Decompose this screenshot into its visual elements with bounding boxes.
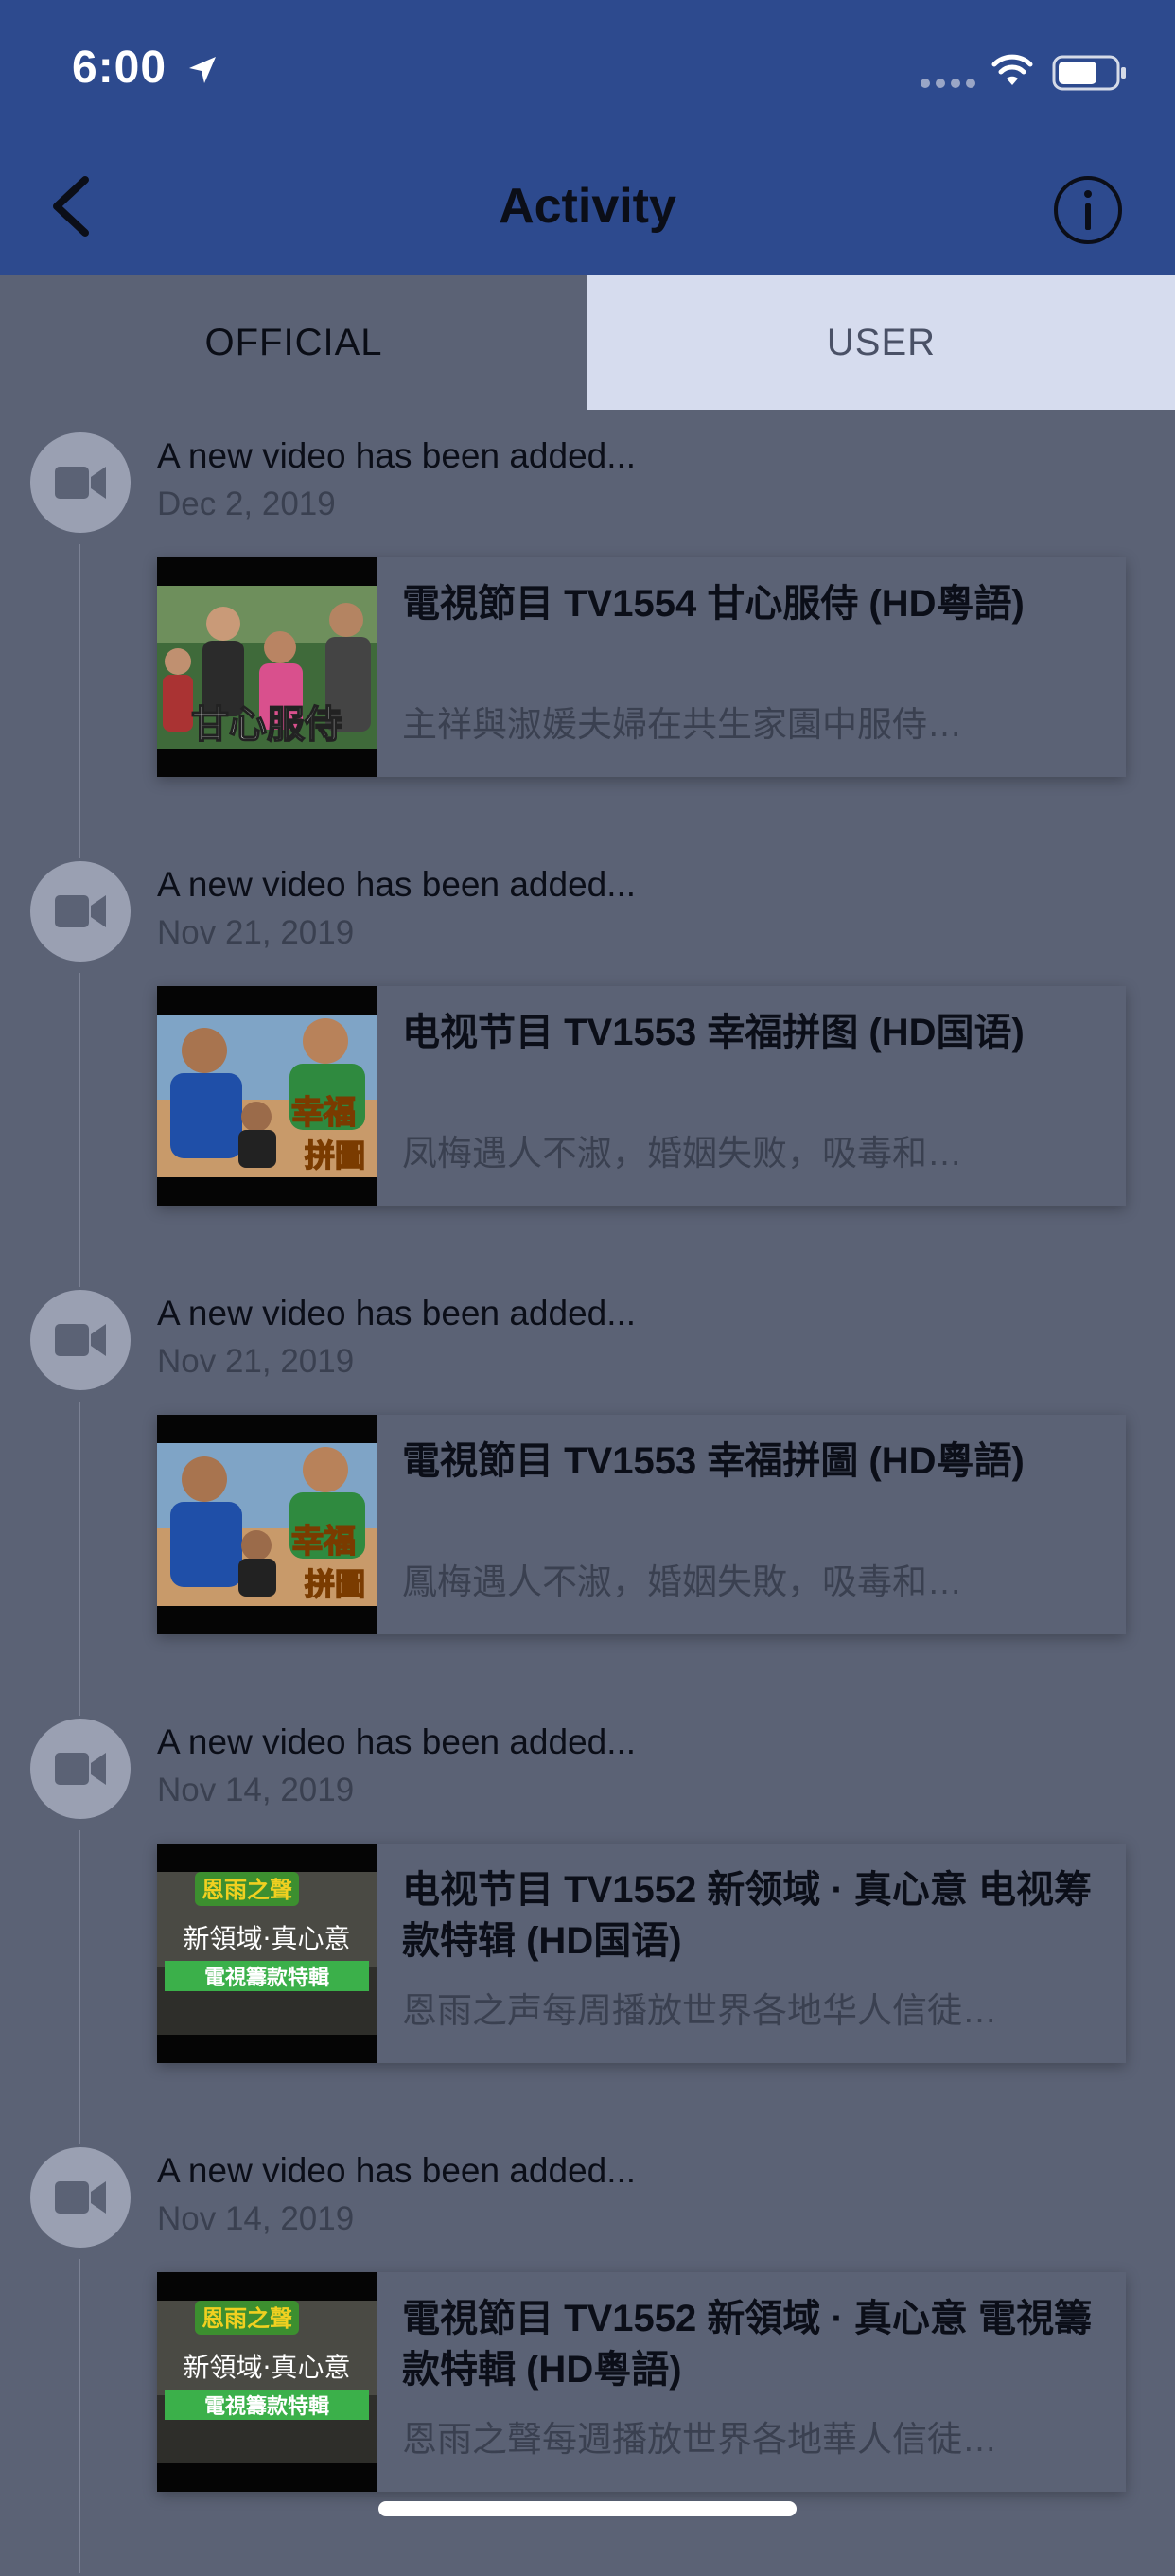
activity-date: Nov 21, 2019 bbox=[157, 1343, 355, 1380]
activity-badge bbox=[30, 861, 131, 962]
thumbnail-caption: 拼圖 bbox=[305, 1138, 365, 1173]
activity-badge bbox=[30, 1719, 131, 1819]
activity-date: Dec 2, 2019 bbox=[157, 485, 336, 522]
video-title: 电视节目 TV1553 幸福拼图 (HD国语) bbox=[402, 1012, 1025, 1053]
video-title: 電視節目 TV1552 新領域 · 真心意 電視籌款特輯 (HD粵語) bbox=[402, 2298, 1092, 2391]
video-title: 電視節目 TV1554 甘心服侍 (HD粵語) bbox=[402, 583, 1025, 625]
video-camera-icon bbox=[55, 895, 106, 927]
activity-message: A new video has been added... bbox=[157, 1722, 637, 1761]
top-bar: 6:00 Activity bbox=[0, 0, 1175, 275]
activity-date: Nov 14, 2019 bbox=[157, 2200, 355, 2237]
page-title: Activity bbox=[499, 179, 676, 234]
info-icon[interactable] bbox=[1052, 174, 1124, 246]
thumbnail-caption: 電視籌款特輯 bbox=[204, 2394, 329, 2419]
home-indicator[interactable] bbox=[378, 2501, 797, 2516]
signal-dots-icon bbox=[921, 79, 975, 88]
activity-item: A new video has been added... Dec 2, 201… bbox=[0, 432, 1175, 861]
thumbnail-caption: 甘心服侍 bbox=[191, 703, 342, 747]
thumbnail-caption: 新領域·真心意 bbox=[184, 1923, 351, 1954]
activity-message: A new video has been added... bbox=[157, 1294, 637, 1332]
video-card[interactable]: 幸福 拼圖 電視節目 TV1553 幸福拼圖 (HD粵語) 鳳梅遇人不淑，婚姻失… bbox=[157, 1415, 1126, 1634]
thumbnail-caption: 恩雨之聲 bbox=[202, 2305, 292, 2332]
video-title: 電視節目 TV1553 幸福拼圖 (HD粵語) bbox=[402, 1440, 1025, 1482]
wifi-icon bbox=[991, 54, 1033, 85]
activity-item: A new video has been added... Nov 21, 20… bbox=[0, 1290, 1175, 1719]
activity-date: Nov 21, 2019 bbox=[157, 914, 355, 951]
video-title: 电视节目 TV1552 新领域 · 真心意 电视筹款特辑 (HD国语) bbox=[402, 1869, 1092, 1962]
segmented-tabs: OFFICIAL USER bbox=[0, 275, 1175, 410]
video-card[interactable]: 甘心服侍 電視節目 TV1554 甘心服侍 (HD粵語) 主祥與淑媛夫婦在共生家… bbox=[157, 557, 1126, 777]
thumbnail-caption: 恩雨之聲 bbox=[202, 1877, 292, 1903]
video-thumbnail: 幸福 拼圖 bbox=[157, 1415, 377, 1634]
activity-message: A new video has been added... bbox=[157, 865, 637, 904]
video-description: 恩雨之聲每週播放世界各地華人信徒… bbox=[402, 2420, 997, 2459]
timeline-connector bbox=[79, 973, 80, 1287]
video-camera-icon bbox=[55, 467, 106, 499]
video-card[interactable]: 恩雨之聲 新領域·真心意 電視籌款特輯 电视节目 TV1552 新领域 · 真心… bbox=[157, 1844, 1126, 2063]
video-description: 恩雨之声每周播放世界各地华人信徒… bbox=[402, 1991, 997, 2030]
video-thumbnail: 恩雨之聲 新領域·真心意 電視籌款特輯 bbox=[157, 2272, 377, 2492]
timeline-connector bbox=[79, 1830, 80, 2144]
video-card[interactable]: 恩雨之聲 新領域·真心意 電視籌款特輯 電視節目 TV1552 新領域 · 真心… bbox=[157, 2272, 1126, 2492]
video-thumbnail: 甘心服侍 bbox=[157, 557, 377, 777]
timeline-connector bbox=[79, 2259, 80, 2573]
thumbnail-caption: 幸福 bbox=[291, 1523, 356, 1561]
timeline-connector bbox=[79, 1402, 80, 1716]
video-description: 主祥與淑媛夫婦在共生家園中服侍… bbox=[402, 705, 962, 744]
video-thumbnail: 幸福 拼圖 bbox=[157, 986, 377, 1206]
status-time: 6:00 bbox=[72, 43, 167, 93]
video-thumbnail: 恩雨之聲 新領域·真心意 電視籌款特輯 bbox=[157, 1844, 377, 2063]
video-camera-icon bbox=[55, 2181, 106, 2214]
thumbnail-caption: 拼圖 bbox=[305, 1566, 365, 1602]
activity-item: A new video has been added... Nov 21, 20… bbox=[0, 861, 1175, 1290]
battery-icon bbox=[1052, 55, 1126, 91]
thumbnail-caption: 電視籌款特輯 bbox=[204, 1966, 329, 1990]
video-card[interactable]: 幸福 拼圖 电视节目 TV1553 幸福拼图 (HD国语) 凤梅遇人不淑，婚姻失… bbox=[157, 986, 1126, 1206]
activity-message: A new video has been added... bbox=[157, 436, 637, 475]
timeline-connector bbox=[79, 544, 80, 858]
activity-badge bbox=[30, 1290, 131, 1390]
video-description: 凤梅遇人不淑，婚姻失败，吸毒和… bbox=[402, 1134, 962, 1173]
tab-official[interactable]: OFFICIAL bbox=[0, 275, 588, 410]
activity-badge bbox=[30, 432, 131, 533]
tab-user[interactable]: USER bbox=[588, 275, 1175, 410]
thumbnail-caption: 新領域·真心意 bbox=[184, 2352, 351, 2383]
location-arrow-icon bbox=[189, 57, 216, 83]
video-description: 鳳梅遇人不淑，婚姻失敗，吸毒和… bbox=[402, 1562, 962, 1601]
thumbnail-caption: 幸福 bbox=[291, 1094, 356, 1132]
activity-message: A new video has been added... bbox=[157, 2151, 637, 2190]
video-camera-icon bbox=[55, 1753, 106, 1785]
activity-item: A new video has been added... Nov 14, 20… bbox=[0, 1719, 1175, 2147]
activity-badge bbox=[30, 2147, 131, 2248]
video-camera-icon bbox=[55, 1324, 106, 1356]
activity-date: Nov 14, 2019 bbox=[157, 1772, 355, 1808]
